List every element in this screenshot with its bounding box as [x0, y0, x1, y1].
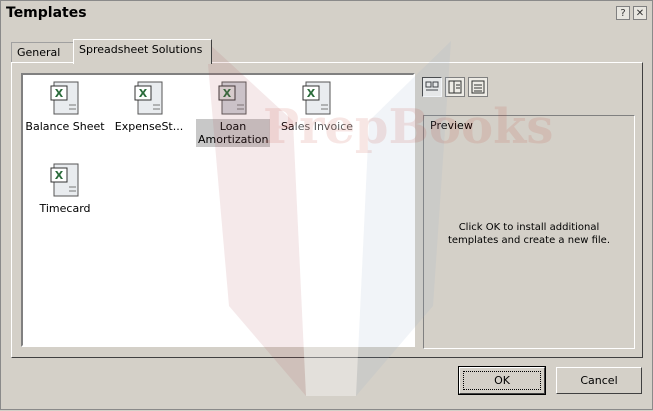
template-list[interactable]: X Balance Sheet X ExpenseSt... X Loan Am…: [21, 73, 415, 347]
list-icon: [448, 80, 462, 94]
list-view-button[interactable]: [445, 77, 465, 97]
preview-title: Preview: [430, 119, 473, 132]
dialog-title: Templates: [6, 5, 87, 21]
template-expense-statement[interactable]: X ExpenseSt...: [107, 81, 191, 134]
preview-pane: Preview Click OK to install additional t…: [423, 115, 635, 349]
svg-text:X: X: [55, 87, 64, 100]
template-timecard[interactable]: X Timecard: [23, 163, 107, 216]
excel-template-icon: X: [218, 81, 248, 115]
template-label: Loan Amortization: [196, 119, 270, 147]
excel-template-icon: X: [50, 81, 80, 115]
close-button[interactable]: ✕: [633, 6, 647, 20]
preview-message: Click OK to install additional templates…: [447, 222, 610, 246]
template-loan-amortization[interactable]: X Loan Amortization: [191, 81, 275, 147]
template-label: ExpenseSt...: [114, 120, 184, 133]
excel-template-icon: X: [50, 163, 80, 197]
ok-button-label: OK: [463, 371, 541, 390]
svg-text:X: X: [223, 87, 232, 100]
svg-text:X: X: [139, 87, 148, 100]
svg-text:X: X: [55, 169, 64, 182]
excel-template-icon: X: [302, 81, 332, 115]
cancel-button[interactable]: Cancel: [556, 367, 642, 394]
details-icon: [471, 80, 485, 94]
tab-spreadsheet-solutions[interactable]: Spreadsheet Solutions: [73, 39, 212, 64]
template-label: Sales Invoice: [280, 120, 354, 133]
ok-button[interactable]: OK: [458, 366, 546, 395]
svg-text:X: X: [307, 87, 316, 100]
help-button[interactable]: ?: [616, 6, 630, 20]
template-sales-invoice[interactable]: X Sales Invoice: [275, 81, 359, 134]
template-balance-sheet[interactable]: X Balance Sheet: [23, 81, 107, 134]
details-view-button[interactable]: [468, 77, 488, 97]
template-label: Balance Sheet: [25, 120, 105, 133]
title-bar: Templates ? ✕: [2, 2, 651, 24]
template-label: Timecard: [39, 202, 91, 215]
excel-template-icon: X: [134, 81, 164, 115]
large-icons-view-button[interactable]: [422, 77, 442, 97]
tab-general[interactable]: General: [11, 42, 75, 62]
templates-dialog: Templates ? ✕ General Spreadsheet Soluti…: [0, 0, 653, 410]
large-icons-icon: [425, 81, 439, 91]
